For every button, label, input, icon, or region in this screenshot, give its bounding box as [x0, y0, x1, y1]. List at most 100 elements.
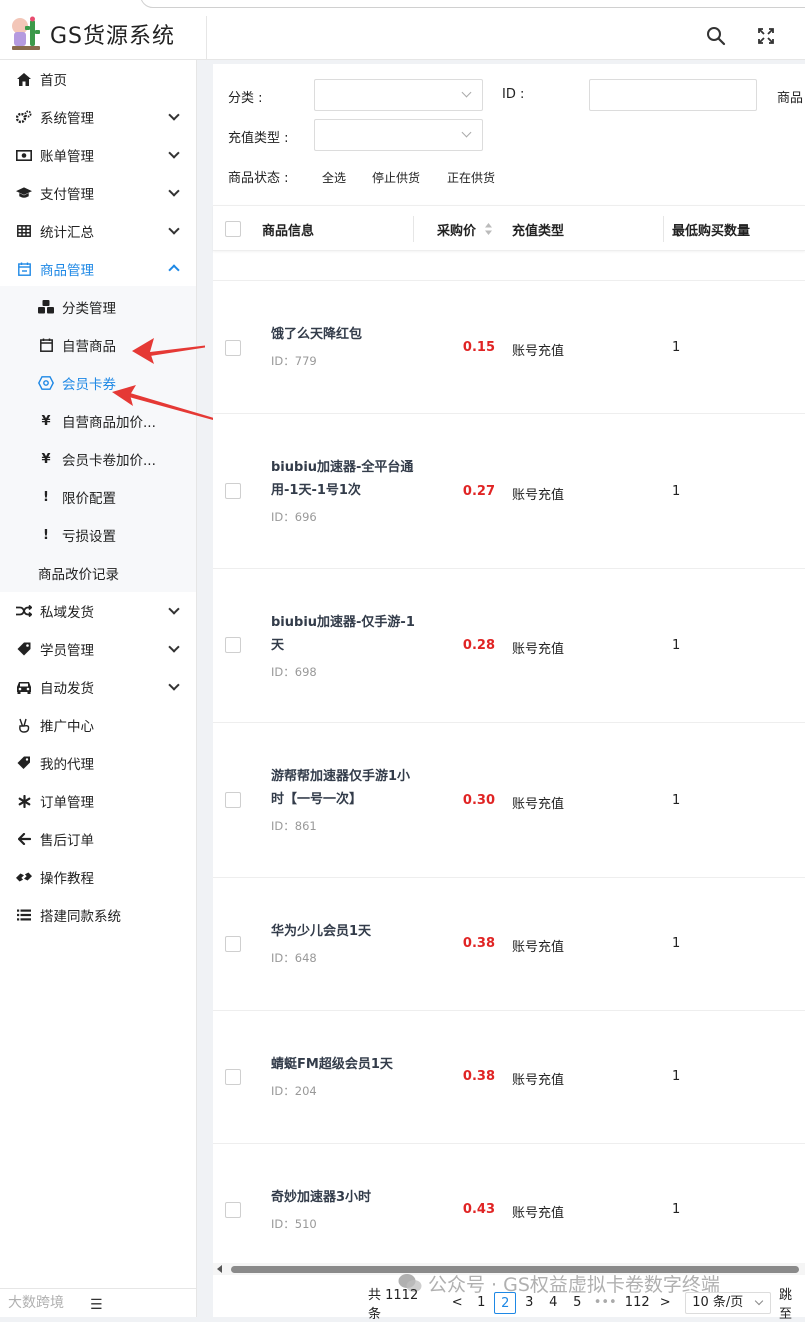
page-button-5[interactable]: 5 [566, 1292, 588, 1314]
row-checkbox[interactable] [225, 1202, 241, 1218]
sidebar-subitem-label: 商品改价记录 [38, 567, 119, 583]
sidebar-item-bills[interactable]: 账单管理 [0, 136, 196, 174]
status-option-supplying[interactable]: 正在供货 [447, 169, 495, 186]
pagination: 共 1112 条 < 1 2 3 4 5 ••• 112 > 10 条/页 跳至 [368, 1288, 805, 1322]
product-name: 蜻蜓FM超级会员1天 [271, 1057, 393, 1072]
sidebar-item-home[interactable]: 首页 [0, 60, 196, 98]
logo-mascot-icon [8, 14, 44, 54]
sidebar-item-label: 首页 [40, 73, 67, 89]
sidebar-item-build-system[interactable]: 搭建同款系统 [0, 896, 196, 934]
row-checkbox[interactable] [225, 637, 241, 653]
sidebar-item-label: 自动发货 [40, 681, 94, 697]
page-button-112[interactable]: 112 [622, 1292, 652, 1314]
row-checkbox[interactable] [225, 792, 241, 808]
sidebar-subitem-loss-setting[interactable]: ! 亏损设置 [0, 516, 196, 554]
app-title: GS货源系统 [50, 24, 176, 49]
sidebar-subitem-self-products[interactable]: 自营商品 [0, 326, 196, 364]
product-name: 奇妙加速器3小时 [271, 1190, 372, 1205]
sidebar-subitem-member-cards[interactable]: 会员卡券 [0, 364, 196, 402]
status-label: 商品状态 : [228, 171, 289, 186]
page-ellipsis[interactable]: ••• [590, 1292, 620, 1314]
sidebar-item-my-agents[interactable]: 我的代理 [0, 744, 196, 782]
next-page-button[interactable]: > [654, 1292, 676, 1314]
table-row[interactable]: 蜻蜓FM超级会员1天 ID：204 0.38 账号充值 1 [213, 1011, 805, 1144]
column-header-purchase-price[interactable]: 采购价 [437, 220, 476, 239]
product-name: 游帮帮加速器仅手游1小时【一号一次】 [271, 769, 411, 807]
recharge-type-select[interactable] [314, 119, 483, 151]
search-icon[interactable] [706, 26, 728, 48]
row-checkbox[interactable] [225, 340, 241, 356]
hands-icon [16, 869, 32, 885]
table-row[interactable]: 奇妙加速器3小时 ID：510 0.43 账号充值 1 [213, 1144, 805, 1263]
sidebar-subitem-categories[interactable]: 分类管理 [0, 288, 196, 326]
sidebar-item-label: 订单管理 [40, 795, 94, 811]
scroll-left-icon[interactable] [217, 1265, 222, 1273]
table-header: 商品信息 采购价 充值类型 最低购买数量 [213, 205, 805, 251]
top-bar-divider [206, 16, 207, 60]
sidebar-subitem-price-history[interactable]: 商品改价记录 [0, 554, 196, 592]
sidebar-subitem-price-limit[interactable]: ! 限价配置 [0, 478, 196, 516]
table-row[interactable]: 游帮帮加速器仅手游1小时【一号一次】 ID：861 0.30 账号充值 1 [213, 723, 805, 878]
row-checkbox[interactable] [225, 936, 241, 952]
sidebar-item-payment[interactable]: 支付管理 [0, 174, 196, 212]
sidebar-item-students[interactable]: 学员管理 [0, 630, 196, 668]
page-button-1[interactable]: 1 [470, 1292, 492, 1314]
octagon-icon [38, 376, 54, 390]
page-size-select[interactable]: 10 条/页 [685, 1292, 772, 1314]
page-button-4[interactable]: 4 [542, 1292, 564, 1314]
table-spacer-row [213, 251, 805, 281]
category-select[interactable] [314, 79, 483, 111]
fullscreen-icon[interactable] [756, 26, 778, 48]
product-name: 饿了么天降红包 [271, 327, 363, 342]
status-option-stopped[interactable]: 停止供货 [372, 169, 420, 186]
sidebar-item-promotion[interactable]: 推广中心 [0, 706, 196, 744]
sidebar-subitem-label: 限价配置 [62, 491, 116, 507]
collapse-menu-icon[interactable]: ☰ [90, 1297, 103, 1313]
sort-icon[interactable] [484, 222, 493, 240]
table-row[interactable]: biubiu加速器-全平台通用-1天-1号1次 ID：696 0.27 账号充值… [213, 414, 805, 569]
app-logo[interactable]: GS货源系统 [8, 14, 175, 54]
table-row[interactable]: 饿了么天降红包 ID：779 0.15 账号充值 1 [213, 281, 805, 414]
sidebar-subitem-label: 会员卡卷加价... [62, 453, 156, 469]
chevron-down-icon [461, 127, 472, 138]
sidebar-item-label: 系统管理 [40, 111, 94, 127]
calendar-minus-icon [16, 261, 32, 277]
sidebar-item-auto-delivery[interactable]: 自动发货 [0, 668, 196, 706]
sidebar-item-after-sales[interactable]: 售后订单 [0, 820, 196, 858]
purchase-price: 0.27 [462, 484, 495, 499]
column-header-min-quantity: 最低购买数量 [672, 224, 751, 239]
sidebar-subitem-self-markup[interactable]: ¥ 自营商品加价... [0, 402, 196, 440]
home-icon [16, 71, 32, 87]
product-id: ID：204 [271, 1084, 317, 1098]
recharge-type: 账号充值 [512, 797, 565, 812]
browser-url-bar[interactable] [140, 0, 805, 8]
table-row[interactable]: biubiu加速器-仅手游-1天 ID：698 0.28 账号充值 1 [213, 569, 805, 723]
cubes-icon [38, 300, 54, 314]
yen-icon: ¥ [41, 413, 51, 429]
id-input[interactable] [589, 79, 757, 111]
chevron-down-icon [168, 147, 180, 159]
graduation-cap-icon [16, 185, 32, 201]
sidebar-item-tutorial[interactable]: 操作教程 [0, 858, 196, 896]
purchase-price: 0.38 [462, 936, 495, 951]
sidebar-item-label: 账单管理 [40, 149, 94, 165]
sidebar-subitem-card-markup[interactable]: ¥ 会员卡卷加价... [0, 440, 196, 478]
sidebar-item-products[interactable]: 商品管理 [0, 250, 196, 288]
sidebar-item-private-delivery[interactable]: 私域发货 [0, 592, 196, 630]
status-option-all[interactable]: 全选 [322, 169, 346, 186]
row-checkbox[interactable] [225, 483, 241, 499]
page-button-2[interactable]: 2 [494, 1292, 517, 1314]
select-all-checkbox[interactable] [225, 221, 241, 237]
row-checkbox[interactable] [225, 1069, 241, 1085]
jump-label: 跳至 [779, 1288, 793, 1322]
exclamation-icon: ! [43, 527, 49, 543]
prev-page-button[interactable]: < [446, 1292, 468, 1314]
sidebar-item-stats[interactable]: 统计汇总 [0, 212, 196, 250]
sidebar-item-orders[interactable]: 订单管理 [0, 782, 196, 820]
min-quantity: 1 [672, 638, 681, 653]
table-row[interactable]: 华为少儿会员1天 ID：648 0.38 账号充值 1 [213, 878, 805, 1011]
sidebar-item-system[interactable]: 系统管理 [0, 98, 196, 136]
page-size-value: 10 条/页 [692, 1295, 744, 1310]
purchase-price: 0.30 [462, 793, 495, 808]
page-button-3[interactable]: 3 [518, 1292, 540, 1314]
